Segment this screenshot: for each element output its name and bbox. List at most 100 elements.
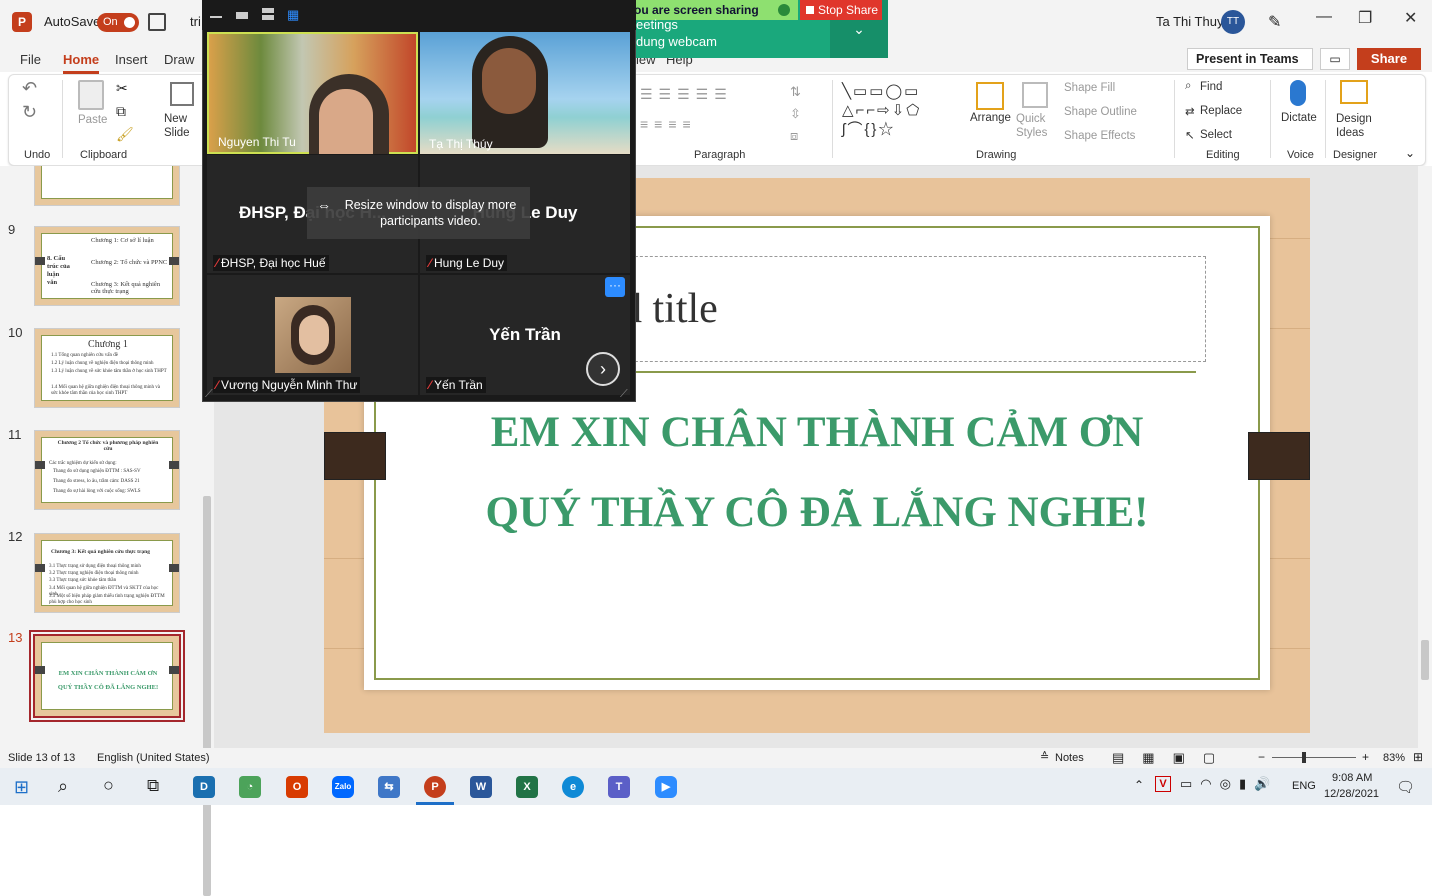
- windows-start-icon[interactable]: ⊞: [14, 777, 29, 798]
- format-painter-icon[interactable]: 🖌: [116, 126, 134, 143]
- close-icon[interactable]: ✕: [1404, 8, 1417, 28]
- zoom-slider-thumb[interactable]: [1302, 752, 1306, 763]
- slide-text-line1[interactable]: EM XIN CHÂN THÀNH CẢM ƠN: [374, 408, 1260, 457]
- resize-handle-right[interactable]: ⟋: [620, 388, 628, 401]
- tab-insert[interactable]: Insert: [115, 52, 148, 67]
- zoom-slider[interactable]: [1272, 757, 1356, 758]
- slide-text-line2[interactable]: QUÝ THẦY CÔ ĐÃ LẮNG NGHE!: [374, 488, 1260, 537]
- zalo-icon[interactable]: Zalo: [332, 776, 354, 798]
- slide-thumbnail-9[interactable]: 8. Cấu trúc của luận văn Chương 1: Cơ sở…: [34, 226, 180, 306]
- language-indicator[interactable]: English (United States): [97, 752, 210, 764]
- next-page-button[interactable]: ›: [586, 352, 620, 386]
- align-icons[interactable]: ≡≡≡≡: [640, 116, 697, 132]
- shapes-gallery[interactable]: ╲▭▭◯▭ △⌐⌐⇨⇩⬠ ʃ⌒{}☆: [842, 82, 964, 140]
- participant-tile-5[interactable]: ⁄ Vương Nguyễn Minh Thư: [207, 275, 418, 395]
- edge-icon[interactable]: e: [562, 776, 584, 798]
- dell-icon[interactable]: D: [193, 776, 215, 798]
- slide-scrollbar[interactable]: [1418, 166, 1432, 748]
- slide-thumbnail-11[interactable]: Chương 2 Tổ chức và phương pháp nghiên c…: [34, 430, 180, 510]
- cortana-icon[interactable]: ○: [103, 775, 114, 796]
- new-slide-button[interactable]: New Slide: [164, 112, 204, 140]
- title-placeholder[interactable]: d title: [600, 256, 1206, 362]
- text-direction-icon[interactable]: ⇅: [790, 84, 801, 100]
- resize-handle-left[interactable]: ⟋: [205, 388, 213, 401]
- slide-thumbnail-12[interactable]: Chương 3: Kết quả nghiên cứu thực trạng …: [34, 533, 180, 613]
- teamviewer-icon[interactable]: ⇆: [378, 776, 400, 798]
- restore-icon[interactable]: ❐: [1358, 8, 1372, 28]
- tab-draw[interactable]: Draw: [164, 52, 194, 67]
- align-text-icon[interactable]: ⇳: [790, 106, 801, 122]
- select-icon[interactable]: ↖: [1185, 128, 1195, 142]
- stop-share-button[interactable]: Stop Share: [800, 0, 882, 20]
- shape-outline-button[interactable]: Shape Outline: [1064, 106, 1137, 118]
- share-button[interactable]: Share: [1357, 48, 1421, 70]
- new-slide-icon[interactable]: [170, 82, 194, 106]
- smartart-icon[interactable]: ⧈: [790, 128, 798, 144]
- comment-icon[interactable]: ▭: [1320, 48, 1350, 70]
- word-icon[interactable]: W: [470, 776, 492, 798]
- view-buttons[interactable]: ▤▦▣▢: [1112, 750, 1233, 766]
- present-in-teams-button[interactable]: Present in Teams: [1187, 48, 1313, 70]
- cut-icon[interactable]: ✂: [116, 80, 128, 97]
- zoom-level[interactable]: 83%: [1383, 752, 1405, 764]
- zoom-icon[interactable]: ▶: [655, 776, 677, 798]
- slide-thumbnail-10[interactable]: Chương 1 1.1 Tổng quan nghiên cứu vấn đề…: [34, 328, 180, 408]
- slide-thumbnail-8[interactable]: [34, 166, 180, 206]
- teams-icon[interactable]: T: [608, 776, 630, 798]
- arrange-icon[interactable]: [976, 82, 1004, 110]
- notes-icon[interactable]: ≙: [1040, 750, 1049, 763]
- design-ideas-icon[interactable]: [1340, 80, 1368, 104]
- app-icon[interactable]: ◔: [239, 776, 261, 798]
- zoom-out-icon[interactable]: −: [1258, 750, 1265, 764]
- replace-icon[interactable]: ⇄: [1185, 104, 1195, 118]
- office-icon[interactable]: O: [286, 776, 308, 798]
- undo-icon[interactable]: ↶: [22, 78, 37, 99]
- slide-thumbnail-13[interactable]: EM XIN CHÂN THÀNH CẢM ƠN QUÝ THẦY CÔ ĐÃ …: [29, 630, 185, 722]
- save-icon[interactable]: [148, 13, 166, 31]
- strip-view-icon[interactable]: [262, 8, 274, 20]
- quick-styles-button[interactable]: Quick Styles: [1016, 112, 1056, 140]
- avatar[interactable]: TT: [1221, 10, 1245, 34]
- shape-fill-button[interactable]: Shape Fill: [1064, 82, 1115, 94]
- task-view-icon[interactable]: ⧉: [147, 776, 159, 796]
- paste-icon[interactable]: [78, 80, 104, 110]
- clock-time[interactable]: 9:08 AM: [1332, 772, 1372, 784]
- user-name[interactable]: Ta Thi Thuy: [1156, 14, 1223, 29]
- arrange-button[interactable]: Arrange: [970, 112, 1011, 124]
- quick-styles-icon[interactable]: [1022, 82, 1048, 108]
- redo-icon[interactable]: ↻: [22, 102, 37, 123]
- shape-effects-button[interactable]: Shape Effects: [1064, 130, 1135, 142]
- language-tray[interactable]: ENG: [1292, 780, 1316, 792]
- zoom-in-icon[interactable]: +: [1362, 750, 1369, 764]
- excel-icon[interactable]: X: [516, 776, 538, 798]
- tab-file[interactable]: File: [20, 52, 41, 67]
- minimize-icon[interactable]: —: [1316, 8, 1332, 26]
- find-icon[interactable]: ⌕: [1185, 80, 1191, 93]
- tray-icons[interactable]: ▭◠◎▮🔊: [1180, 776, 1278, 792]
- gallery-view-icon[interactable]: ▦: [287, 7, 299, 23]
- more-options-button[interactable]: ···: [605, 277, 625, 297]
- notes-button[interactable]: Notes: [1055, 752, 1084, 764]
- microphone-icon[interactable]: [1290, 80, 1306, 106]
- notification-icon[interactable]: 🗨: [1396, 778, 1415, 796]
- participant-tile-2[interactable]: Tạ Thị Thúy: [420, 32, 630, 154]
- collapse-ribbon-icon[interactable]: ⌄: [1405, 146, 1415, 160]
- dictate-button[interactable]: Dictate: [1281, 112, 1317, 124]
- copy-icon[interactable]: ⧉: [116, 103, 126, 120]
- pen-icon[interactable]: ✎: [1268, 12, 1281, 32]
- search-icon[interactable]: ⌕: [58, 776, 68, 797]
- powerpoint-taskbar-icon[interactable]: P: [424, 776, 446, 798]
- minimize-video-icon[interactable]: [210, 16, 222, 18]
- list-icons[interactable]: ☰☰☰☰☰: [640, 86, 733, 103]
- select-button[interactable]: Select: [1200, 129, 1232, 141]
- tray-chevron-icon[interactable]: ⌃: [1134, 778, 1144, 792]
- design-ideas-button[interactable]: Design Ideas: [1336, 112, 1376, 140]
- autosave-toggle[interactable]: On: [97, 13, 139, 32]
- fit-slide-icon[interactable]: ⊞: [1413, 750, 1423, 764]
- clock-date[interactable]: 12/28/2021: [1324, 788, 1379, 800]
- antivirus-icon[interactable]: V: [1155, 776, 1171, 792]
- tab-home[interactable]: Home: [63, 52, 100, 74]
- replace-button[interactable]: Replace: [1200, 105, 1242, 117]
- participant-tile-1[interactable]: Nguyen Thi Tu: [207, 32, 418, 154]
- speaker-view-icon[interactable]: [236, 12, 248, 19]
